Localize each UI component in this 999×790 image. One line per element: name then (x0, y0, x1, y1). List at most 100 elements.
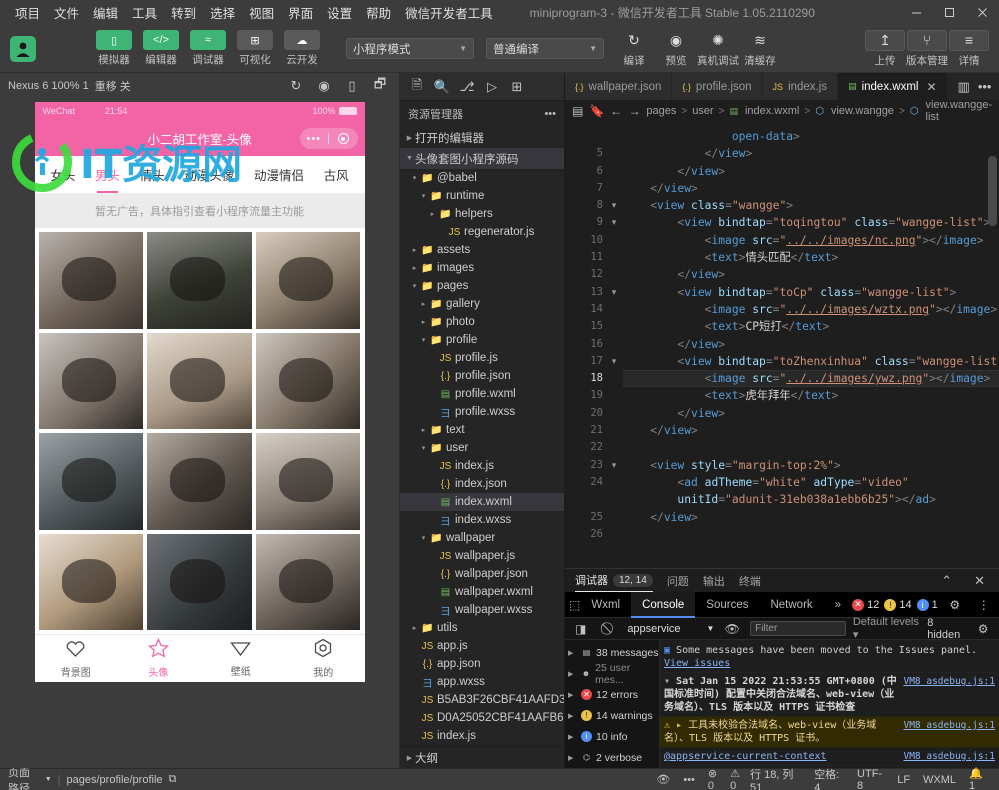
tree-item-30[interactable]: JS D0A25052CBF41AAFB6... (400, 709, 564, 727)
grid-image-4[interactable] (147, 332, 252, 429)
warning-count[interactable]: ⚠ 0 (730, 767, 740, 790)
menu-item-6[interactable]: 视图 (242, 0, 281, 25)
menu-item-1[interactable]: 文件 (47, 0, 86, 25)
toolbar-action-3[interactable]: ≋ 清缓存 (740, 30, 780, 68)
breadcrumb-item-3[interactable]: view.wangge (831, 105, 894, 117)
grid-image-3[interactable] (38, 332, 144, 429)
code-line-15[interactable]: <text>CP短打</text> (623, 318, 999, 335)
tree-item-16[interactable]: JS index.js (400, 457, 564, 475)
tree-item-26[interactable]: JS app.js (400, 637, 564, 655)
chevron-right-icon[interactable]: ▶ (568, 712, 577, 720)
chevron-down-icon[interactable]: ▾ (418, 336, 429, 344)
chevron-right-icon[interactable]: ▶ (568, 691, 577, 699)
split-editor-icon[interactable]: ▥ (958, 79, 970, 95)
chevron-right-icon[interactable]: ▶ (568, 670, 577, 678)
tree-item-6[interactable]: ▾ 📁 pages (400, 277, 564, 295)
breadcrumb-item-1[interactable]: user (692, 105, 713, 117)
tabbar-item-3[interactable]: 我的 (282, 635, 365, 682)
context-select[interactable]: appservice ▼ (627, 623, 714, 635)
chevron-down-icon[interactable]: ▾ (418, 192, 429, 200)
menu-item-10[interactable]: 微信开发者工具 (398, 0, 500, 25)
grid-image-8[interactable] (255, 433, 361, 530)
tree-item-14[interactable]: ▸ 📁 text (400, 421, 564, 439)
tree-item-7[interactable]: ▸ 📁 gallery (400, 295, 564, 313)
chevron-right-icon[interactable]: ▸ (418, 426, 429, 434)
console-filter-input[interactable]: Filter (750, 621, 846, 636)
chevron-right-icon[interactable]: ▶ (568, 754, 577, 762)
code-line-14[interactable]: <image src="../../images/wztx.png"></ima… (623, 301, 999, 318)
close-icon[interactable]: ✕ (970, 573, 989, 589)
code-line-25[interactable]: </view> (623, 509, 999, 526)
notifications-bell[interactable]: 🔔 1 (969, 767, 989, 790)
category-tab-1[interactable]: 男头 (95, 165, 120, 193)
code-line-23[interactable]: <view style="margin-top:2%"> (623, 457, 999, 474)
eye-icon[interactable]: 👁 (656, 773, 670, 786)
expand-icon[interactable]: ▾ (664, 676, 676, 687)
tree-item-28[interactable]: 彐 app.wxss (400, 673, 564, 691)
badge-info[interactable]: i1 (916, 598, 938, 611)
toolbar-button-4[interactable]: ☁ 云开发 (282, 30, 322, 67)
console-log-source[interactable]: VM8 asdebug.js:1 (903, 675, 995, 714)
editor-tab-wallpaper.json[interactable]: {.} wallpaper.json (565, 73, 673, 100)
console-log-1[interactable]: ▾ Sat Jan 15 2022 21:53:55 GMT+0800 (中国标… (660, 673, 999, 717)
console-log-3[interactable]: @appservice-current-context VM8 asdebug.j… (660, 748, 999, 766)
code-line-10[interactable]: <image src="../../images/nc.png"></image… (623, 232, 999, 249)
git-icon[interactable]: ⎇ (456, 76, 478, 98)
tree-item-29[interactable]: JS B5AB3F26CBF41AAFD3... (400, 691, 564, 709)
simulator-device[interactable]: Nexus 6 100% 1 (8, 80, 89, 92)
tree-item-13[interactable]: 彐 profile.wxss (400, 403, 564, 421)
tree-item-2[interactable]: ▸ 📁 helpers (400, 205, 564, 223)
fold-toggle-8[interactable]: ▾ (607, 197, 621, 214)
toolbar-button-2[interactable]: ≈ 调试器 (188, 30, 228, 67)
code-editor[interactable]: 5 6 7 8 9 10 11 12 13 14 15 16 17 18 19 20 21 22 23 24 25 26 … (565, 122, 999, 568)
more-icon[interactable]: ••• (978, 79, 992, 94)
language-mode[interactable]: WXML (923, 774, 956, 786)
code-line-12[interactable]: </view> (623, 266, 999, 283)
list-icon[interactable]: ▤ (571, 104, 584, 118)
editor-tab-index.wxml[interactable]: ▤ index.wxml ✕ (838, 73, 948, 100)
log-levels-select[interactable]: Default levels ▾ (853, 616, 920, 641)
debug-panel-tab-输出[interactable]: 输出 (703, 573, 725, 589)
code-line-11[interactable]: <text>情头匹配</text> (623, 249, 999, 266)
badge-error[interactable]: ✕ 12 (852, 598, 879, 611)
code-line-18[interactable]: <image src="../../images/ywz.png"></imag… (623, 370, 999, 388)
console-log-source[interactable]: VM8 asdebug.js:1 (903, 719, 995, 745)
chevron-right-icon[interactable]: ▸ (409, 624, 420, 632)
tree-item-9[interactable]: ▾ 📁 profile (400, 331, 564, 349)
explorer-more-icon[interactable]: ••• (544, 108, 556, 120)
eye-icon[interactable]: 👁 (721, 617, 743, 641)
device-icon[interactable]: ▯ (341, 76, 363, 96)
breadcrumb-item-2[interactable]: index.wxml (745, 105, 799, 117)
gear-icon[interactable]: ⚙ (943, 593, 967, 617)
window-icon[interactable]: 🗗 (369, 76, 391, 96)
tree-item-21[interactable]: JS wallpaper.js (400, 547, 564, 565)
grid-image-5[interactable] (255, 332, 361, 429)
devtools-overflow-icon[interactable]: » (824, 592, 852, 618)
code-line-21[interactable]: </view> (623, 422, 999, 439)
chevron-right-icon[interactable]: ▸ (427, 210, 438, 218)
tree-item-20[interactable]: ▾ 📁 wallpaper (400, 529, 564, 547)
extensions-icon[interactable]: ⊞ (506, 76, 528, 98)
tree-item-8[interactable]: ▸ 📁 photo (400, 313, 564, 331)
code-line-[interactable]: open-data> (623, 128, 999, 145)
console-sidebar-item-2[interactable]: ▶ ✕ 12 errors (565, 684, 659, 705)
tree-item-25[interactable]: ▸ 📁 utils (400, 619, 564, 637)
console-log-source[interactable]: VM8 asdebug.js:1 (903, 750, 995, 763)
files-icon[interactable]: 🗎 (406, 76, 428, 98)
console-logs[interactable]: ▣ Some messages have been moved to the I… (660, 640, 999, 768)
record-icon[interactable]: ◉ (313, 76, 335, 96)
tree-item-3[interactable]: JS regenerator.js (400, 223, 564, 241)
tree-item-10[interactable]: JS profile.js (400, 349, 564, 367)
code-line-22[interactable] (623, 439, 999, 456)
grid-image-2[interactable] (255, 232, 361, 329)
toolbar-right-action-0[interactable]: ↥ 上传 (865, 29, 905, 68)
toolbar-action-1[interactable]: ◉ 预览 (656, 30, 696, 68)
breadcrumb-item-4[interactable]: view.wangge-list (926, 99, 993, 123)
tree-item-18[interactable]: ▤ index.wxml (400, 493, 564, 511)
toolbar-right-action-2[interactable]: ≡ 详情 (949, 29, 989, 68)
code-line-13[interactable]: <view bindtap="toCp" class="wangge-list"… (623, 284, 999, 301)
badge-warning[interactable]: ! 14 (884, 598, 912, 611)
menu-item-7[interactable]: 界面 (281, 0, 320, 25)
grid-image-10[interactable] (147, 533, 252, 630)
compile-select[interactable]: 普通编译 ▼ (486, 38, 604, 59)
